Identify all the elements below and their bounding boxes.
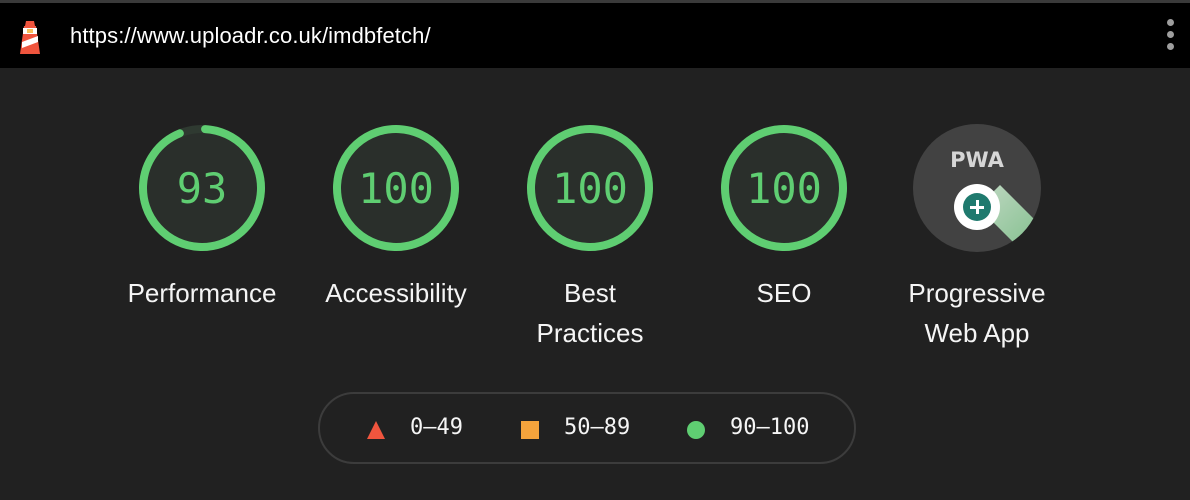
pwa-label: Progressive Web App	[908, 278, 1046, 348]
pwa-badge-text: PWA	[950, 148, 1005, 172]
gauge-best-practices[interactable]: 100 Best Practices	[490, 123, 690, 353]
triangle-icon	[367, 421, 385, 439]
gauge-label: Best Practices	[536, 278, 644, 348]
gauge-score: 100	[746, 164, 822, 213]
legend-average-range: 50–89	[564, 415, 631, 440]
square-icon	[521, 421, 539, 439]
gauge-ring-seo: 100	[721, 125, 847, 251]
gauge-score: 93	[177, 164, 228, 213]
pwa-badge-icon: PWA	[913, 124, 1041, 252]
score-legend: 0–49 50–89 90–100	[318, 392, 856, 464]
gauge-accessibility[interactable]: 100 Accessibility	[296, 123, 496, 313]
gauge-score: 100	[552, 164, 628, 213]
gauge-label: Accessibility	[325, 278, 467, 308]
report-topbar: https://www.uploadr.co.uk/imdbfetch/	[0, 3, 1190, 68]
gauge-score: 100	[358, 164, 434, 213]
pwa-gauge[interactable]: PWA Progressive Web App	[877, 123, 1077, 353]
legend-pass-range: 90–100	[730, 415, 810, 440]
gauge-performance[interactable]: 93 Performance	[102, 123, 302, 313]
circle-icon	[687, 421, 705, 439]
lighthouse-logo-icon	[20, 21, 40, 54]
more-options-icon[interactable]	[1164, 19, 1176, 53]
gauge-ring-accessibility: 100	[333, 125, 459, 251]
gauge-label: SEO	[756, 278, 812, 308]
gauge-label: Performance	[127, 278, 277, 308]
gauge-ring-best-practices: 100	[527, 125, 653, 251]
page-url[interactable]: https://www.uploadr.co.uk/imdbfetch/	[70, 3, 431, 68]
legend-fail-range: 0–49	[410, 415, 463, 440]
gauge-seo[interactable]: 100 SEO	[684, 123, 884, 313]
gauge-ring-performance: 93	[139, 125, 265, 251]
